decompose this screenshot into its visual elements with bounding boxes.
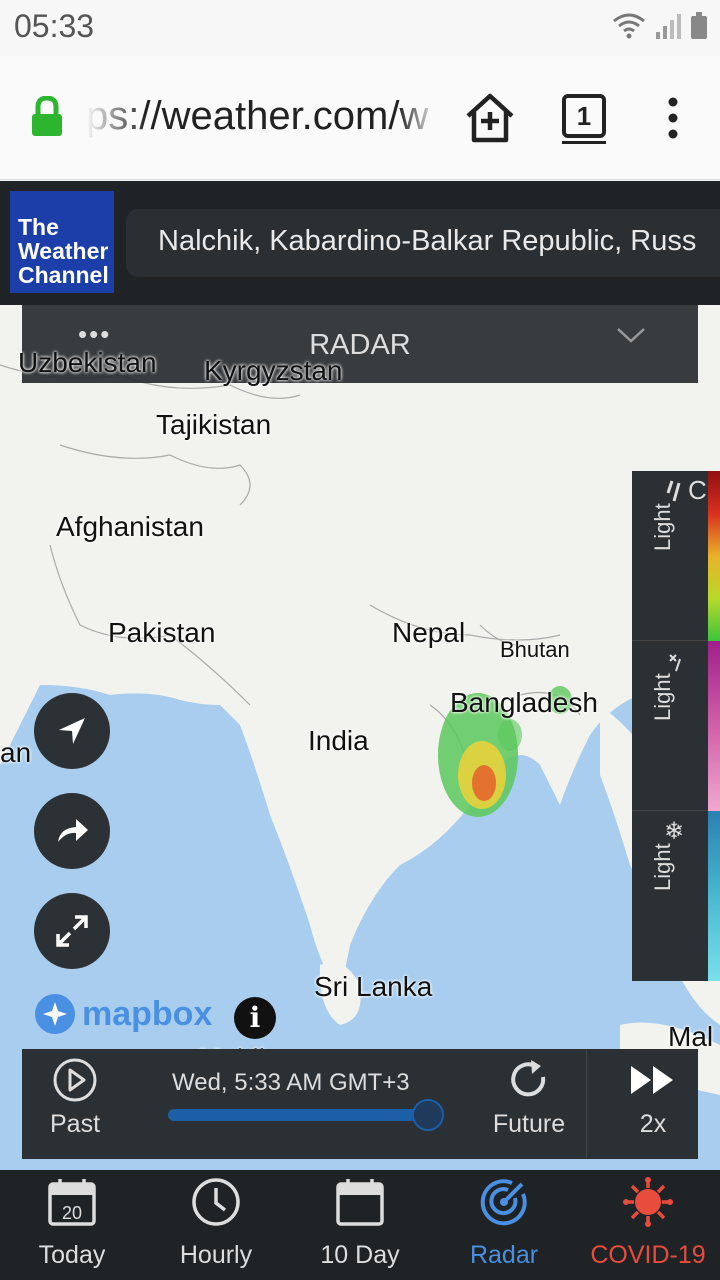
logo-line-1: The	[18, 214, 59, 240]
nav-today[interactable]: 20 Today	[0, 1170, 144, 1280]
legend-snow-bar	[708, 811, 720, 981]
calendar-day-icon: 20	[48, 1179, 96, 1226]
clock-icon	[192, 1178, 240, 1226]
url-bar[interactable]: ps://weather.com/w	[86, 94, 438, 142]
status-bar: 05:33	[0, 0, 720, 56]
browser-toolbar: ps://weather.com/w 1	[0, 56, 720, 180]
logo-line-3: Channel	[18, 262, 109, 288]
info-icon[interactable]: i	[234, 997, 276, 1039]
label-bangladesh: Bangladesh	[450, 687, 598, 718]
nav-radar-label: Radar	[469, 1241, 539, 1269]
legend-rain-label: Light	[650, 503, 675, 551]
legend-snow-label: Light	[650, 843, 675, 891]
nav-today-label: Today	[38, 1241, 106, 1269]
past-button[interactable]: Past	[40, 1057, 110, 1139]
status-icons	[612, 12, 708, 40]
future-button[interactable]: Future	[484, 1057, 574, 1139]
twc-logo[interactable]: The Weather Channel	[10, 191, 114, 293]
legend-rain-fragment: C	[688, 475, 707, 505]
tab-switcher-button[interactable]: 1	[562, 94, 606, 144]
location-text: Nalchik, Kabardino-Balkar Republic, Russ	[158, 225, 697, 257]
calendar-icon	[336, 1179, 384, 1226]
timeline-knob[interactable]	[412, 1099, 444, 1131]
expand-icon	[56, 915, 88, 947]
label-sri-lanka: Sri Lanka	[314, 971, 433, 1002]
nav-radar[interactable]: Radar	[432, 1170, 576, 1280]
label-kyrgyzstan: Kyrgyzstan	[204, 355, 343, 386]
mix-icon	[669, 654, 681, 672]
wifi-icon	[613, 13, 645, 39]
legend-mix: Light	[632, 641, 720, 811]
future-label: Future	[492, 1110, 566, 1138]
today-date-text: 20	[62, 1203, 82, 1223]
legend-rain-bar	[708, 471, 720, 641]
nav-hourly[interactable]: Hourly	[144, 1170, 288, 1280]
speed-button[interactable]: 2x	[608, 1063, 698, 1139]
legend-mix-bar	[708, 641, 720, 811]
fullscreen-button[interactable]	[34, 893, 110, 969]
rain-icon	[666, 480, 681, 502]
nav-hourly-label: Hourly	[179, 1241, 253, 1269]
bottom-nav: 20 Today Hourly 10 Day Radar COVID-19	[0, 1170, 720, 1280]
logo-line-2: Weather	[18, 238, 109, 264]
nav-covid[interactable]: COVID-19	[576, 1170, 720, 1280]
battery-icon	[691, 12, 707, 39]
location-search[interactable]: Nalchik, Kabardino-Balkar Republic, Russ	[126, 209, 720, 277]
snowflake-icon: ❄	[664, 818, 685, 845]
nav-10-day[interactable]: 10 Day	[288, 1170, 432, 1280]
label-bhutan: Bhutan	[500, 637, 570, 662]
speed-label: 2x	[639, 1110, 667, 1138]
timeline-track[interactable]	[168, 1109, 428, 1121]
playback-controls: Past Wed, 5:33 AM GMT+3 Future 2x	[22, 1049, 698, 1159]
label-oman-fragment: an	[0, 737, 32, 768]
label-nepal: Nepal	[392, 617, 466, 648]
fast-forward-icon	[631, 1066, 673, 1094]
past-label: Past	[49, 1110, 101, 1138]
playback-timestamp: Wed, 5:33 AM GMT+3	[172, 1069, 410, 1096]
radar-map[interactable]: ••• RADAR Uzbekistan Kyrgyzstan Tajikist…	[0, 305, 720, 1170]
legend-mix-label: Light	[650, 673, 675, 721]
label-afghanistan: Afghanistan	[56, 511, 204, 542]
mapbox-logo-icon	[35, 994, 75, 1034]
refresh-icon	[511, 1060, 546, 1097]
label-tajikistan: Tajikistan	[156, 409, 272, 440]
legend-rain: C Light	[632, 471, 720, 641]
mapbox-attribution[interactable]: mapbox	[34, 993, 212, 1035]
nav-10-day-label: 10 Day	[320, 1241, 400, 1269]
status-time: 05:33	[14, 8, 95, 44]
lock-icon	[32, 96, 62, 136]
virus-icon	[623, 1177, 673, 1227]
add-to-home-icon[interactable]	[462, 90, 518, 146]
share-arrow-icon	[58, 819, 88, 842]
label-pakistan: Pakistan	[108, 617, 216, 648]
signal-icon	[656, 14, 681, 39]
navigation-arrow-icon	[59, 718, 85, 744]
radar-icon	[480, 1179, 527, 1226]
playback-divider	[586, 1049, 587, 1159]
play-icon	[53, 1058, 97, 1102]
more-options-icon[interactable]	[664, 96, 682, 140]
nav-covid-label: COVID-19	[590, 1241, 706, 1269]
label-india: India	[308, 725, 369, 756]
chevron-down-icon[interactable]	[616, 325, 646, 345]
app-header: The Weather Channel Nalchik, Kabardino-B…	[0, 181, 720, 305]
label-uzbekistan: Uzbekistan	[18, 347, 157, 378]
share-button[interactable]	[34, 793, 110, 869]
legend-snow: ❄ Light	[632, 811, 720, 981]
locate-me-button[interactable]	[34, 693, 110, 769]
mapbox-label: mapbox	[82, 994, 213, 1033]
radar-legend[interactable]: C Light Light ❄ Light	[632, 471, 720, 981]
